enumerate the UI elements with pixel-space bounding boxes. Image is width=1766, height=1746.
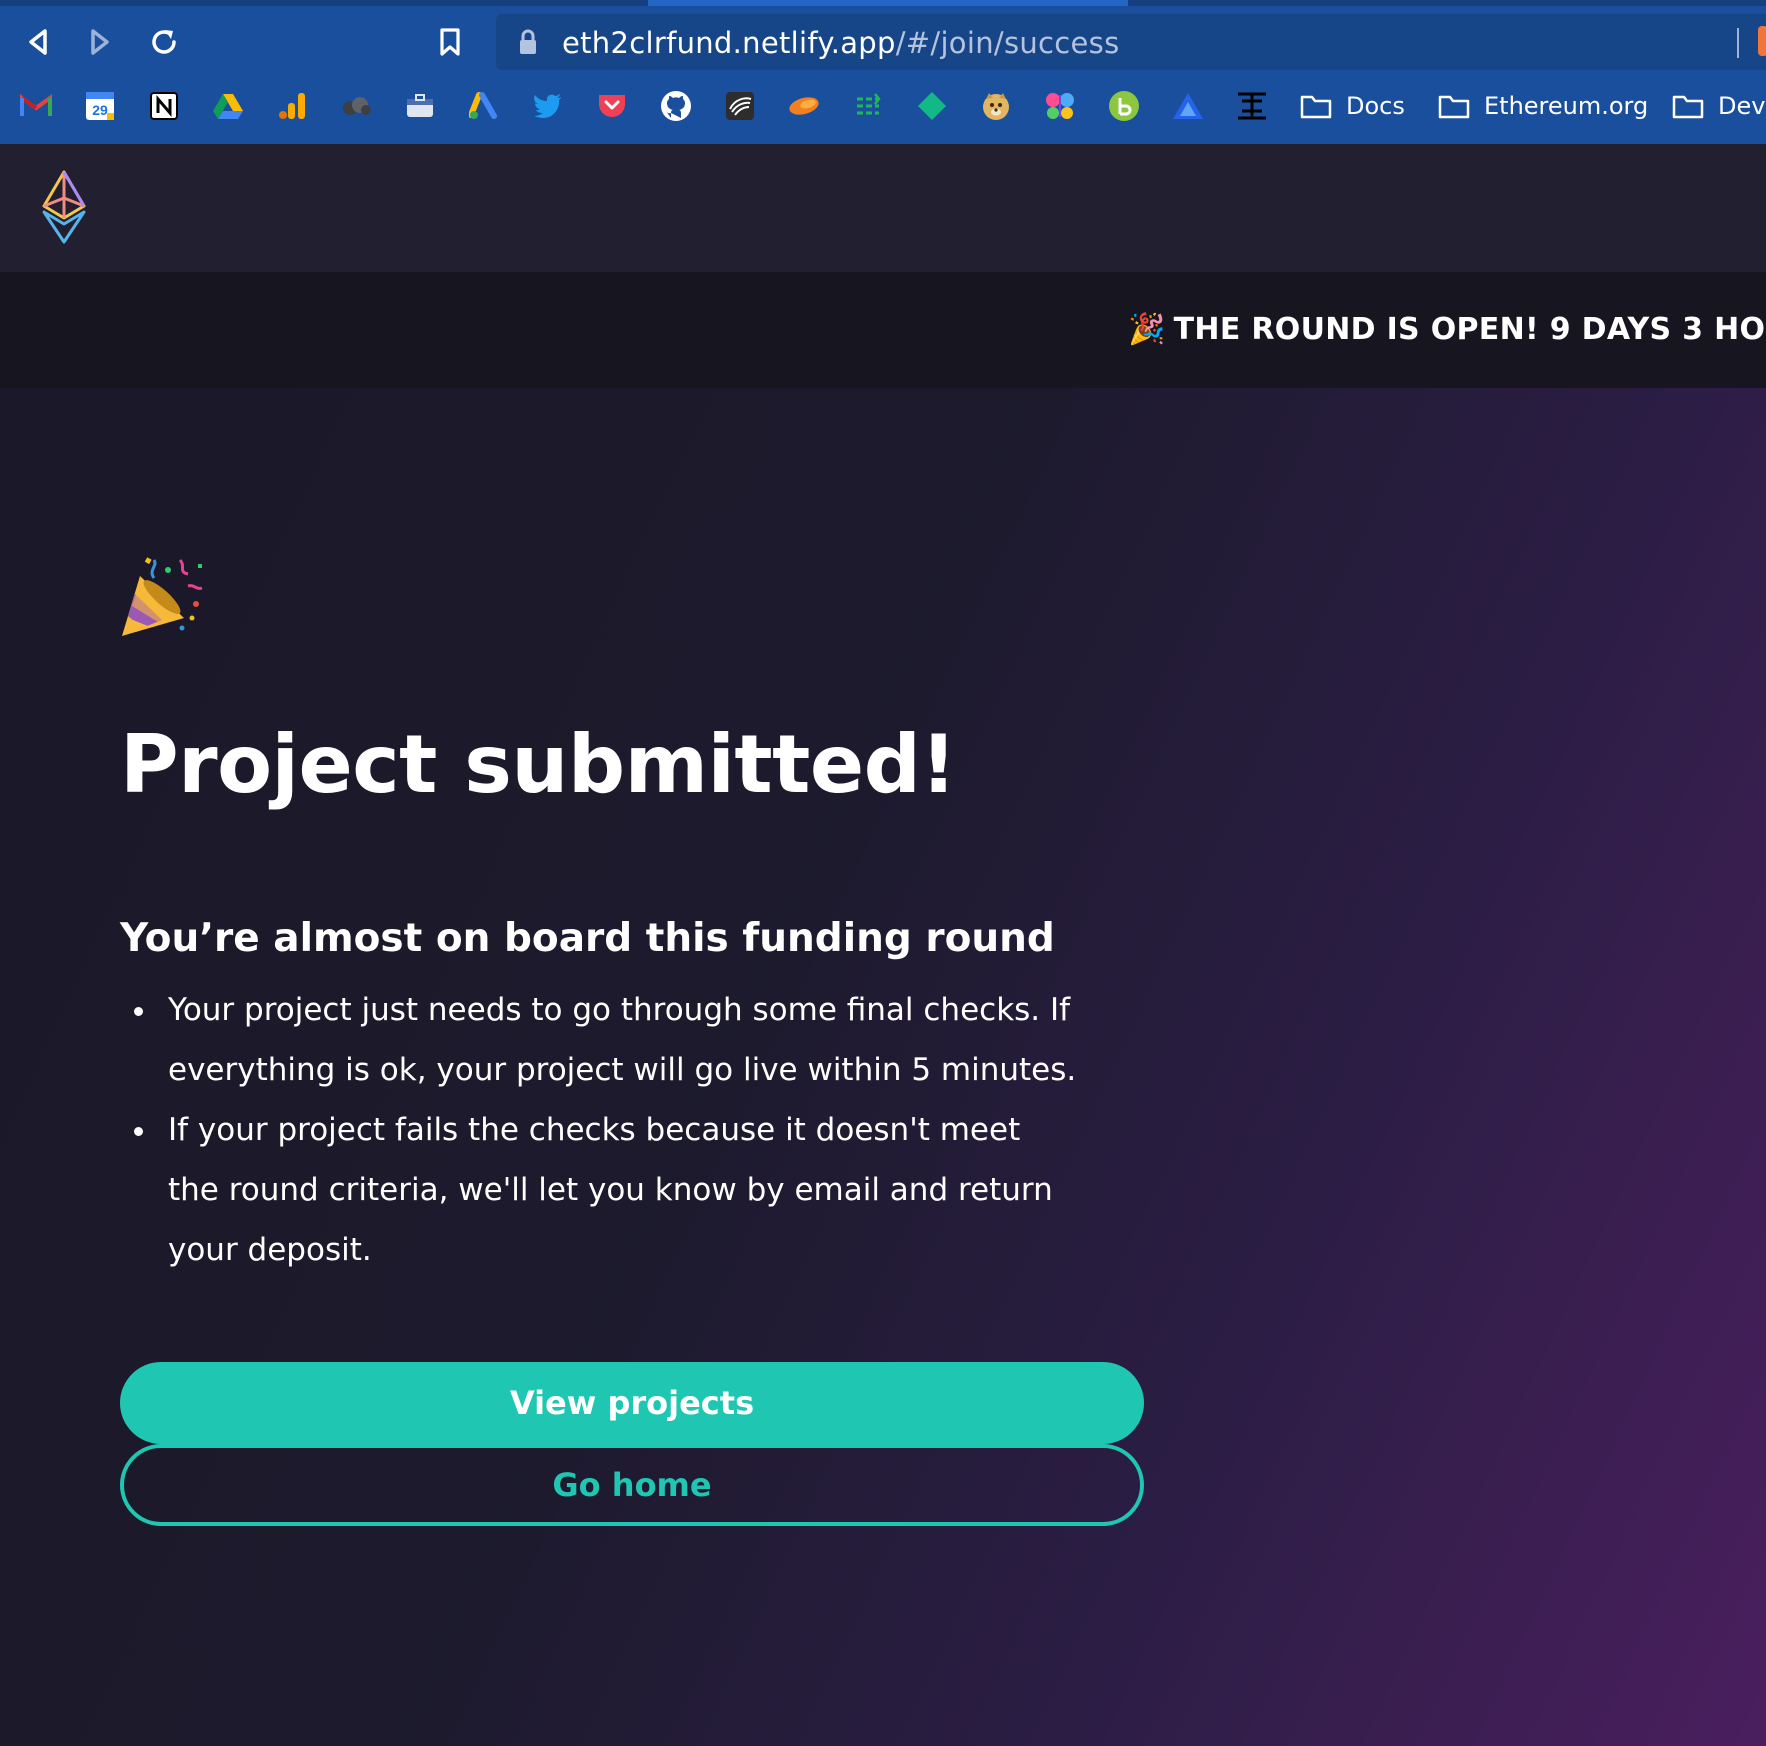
forward-arrow-icon — [91, 29, 109, 55]
bookmark-icon — [440, 28, 460, 56]
folder-label: Dev — [1718, 92, 1766, 120]
home-logo[interactable] — [40, 170, 88, 250]
toolbox-icon — [407, 94, 433, 117]
sync-icon — [857, 93, 881, 115]
party-popper-icon: 🎉 — [1128, 312, 1166, 347]
url-divider — [1737, 28, 1739, 58]
calendar-day: 29 — [92, 102, 108, 118]
bookmark-cloud[interactable] — [340, 90, 372, 122]
bookmark-twitter[interactable] — [532, 90, 564, 122]
bookmark-gmail[interactable] — [20, 90, 52, 122]
reload-icon — [152, 30, 176, 54]
list-item: Your project just needs to go through so… — [120, 980, 1080, 1100]
bitcoin-circle-icon — [1109, 91, 1139, 121]
bookmark-pocket[interactable] — [596, 90, 628, 122]
forward-button[interactable] — [78, 20, 122, 64]
folder-icon — [1300, 95, 1332, 119]
bookmark-github[interactable] — [660, 90, 692, 122]
folder-icon — [1672, 95, 1704, 119]
butterfly-icon — [1046, 93, 1074, 119]
diamond-icon — [918, 92, 946, 120]
bookmark-folder-ethereum[interactable]: Ethereum.org — [1438, 86, 1648, 126]
twitter-icon — [534, 94, 561, 118]
bookmark-calendar[interactable]: 29 — [84, 90, 116, 122]
url-host: eth2clrfund.netlify.app — [562, 26, 896, 60]
app-header — [0, 144, 1766, 272]
party-popper-icon — [118, 556, 204, 644]
bookmark-toolbox[interactable] — [404, 90, 436, 122]
gmail-icon — [20, 94, 52, 116]
round-status-label: THE ROUND IS OPEN! 9 DAYS 3 HOURS LE — [1173, 312, 1766, 347]
bookmark-page-button[interactable] — [428, 20, 472, 64]
bookmark-folder-dev[interactable]: Dev — [1672, 86, 1765, 126]
url-path: /#/join/success — [895, 26, 1120, 60]
address-bar[interactable]: eth2clrfund.netlify.app/#/join/success — [496, 14, 1766, 70]
bookmark-folder-docs[interactable]: Docs — [1300, 86, 1405, 126]
bookmark-sync[interactable] — [852, 90, 884, 122]
bookmark-butterfly[interactable] — [1044, 90, 1076, 122]
pocket-icon — [599, 95, 625, 117]
round-status-banner: 🎉THE ROUND IS OPEN! 9 DAYS 3 HOURS LE — [0, 272, 1766, 388]
round-status-text: 🎉THE ROUND IS OPEN! 9 DAYS 3 HOURS LE — [1128, 312, 1766, 347]
bookmark-arch[interactable] — [1172, 90, 1204, 122]
drive-icon — [213, 94, 243, 119]
bookmark-analytics[interactable] — [276, 90, 308, 122]
cloud-icon — [343, 97, 371, 115]
tool-icon — [789, 97, 819, 115]
column-icon — [1238, 92, 1266, 120]
folder-icon — [1438, 95, 1470, 119]
page-subtitle: You’re almost on board this funding roun… — [120, 916, 1055, 961]
list-item: If your project fails the checks because… — [120, 1100, 1080, 1280]
doge-icon — [983, 93, 1009, 120]
bookmark-column[interactable] — [1236, 90, 1268, 122]
main-content: Project submitted! You’re almost on boar… — [0, 388, 1766, 1746]
info-list: Your project just needs to go through so… — [120, 980, 1080, 1280]
wing-icon — [726, 92, 754, 120]
ads-icon — [469, 92, 497, 119]
bookmark-ads[interactable] — [468, 90, 500, 122]
bookmark-wing[interactable] — [724, 90, 756, 122]
back-arrow-icon — [29, 29, 47, 55]
ethereum-logo-icon — [42, 170, 86, 244]
go-home-button[interactable]: Go home — [120, 1444, 1144, 1526]
bookmark-drive[interactable] — [212, 90, 244, 122]
notion-icon — [150, 92, 178, 120]
bookmark-diamond[interactable] — [916, 90, 948, 122]
analytics-icon — [279, 93, 305, 119]
back-button[interactable] — [16, 20, 60, 64]
github-icon — [661, 91, 691, 121]
browser-chrome: eth2clrfund.netlify.app/#/join/success 2… — [0, 0, 1766, 144]
url-text: eth2clrfund.netlify.app/#/join/success — [562, 26, 1120, 60]
active-tab-indicator — [648, 0, 1128, 6]
bookmark-notion[interactable] — [148, 90, 180, 122]
bookmarks-bar: 29 Docs Ethereum.org Dev — [0, 84, 1766, 128]
tab-strip — [0, 0, 1766, 6]
lock-icon — [520, 29, 536, 54]
bookmark-green-circle[interactable] — [1108, 90, 1140, 122]
page-title: Project submitted! — [120, 718, 957, 811]
folder-label: Ethereum.org — [1484, 92, 1649, 120]
bookmark-tool[interactable] — [788, 90, 820, 122]
reload-button[interactable] — [142, 20, 186, 64]
arch-icon — [1173, 93, 1203, 119]
bookmark-doge[interactable] — [980, 90, 1012, 122]
folder-label: Docs — [1346, 92, 1405, 120]
view-projects-button[interactable]: View projects — [120, 1362, 1144, 1444]
calendar-icon: 29 — [86, 92, 114, 120]
extension-icon[interactable] — [1758, 26, 1766, 56]
